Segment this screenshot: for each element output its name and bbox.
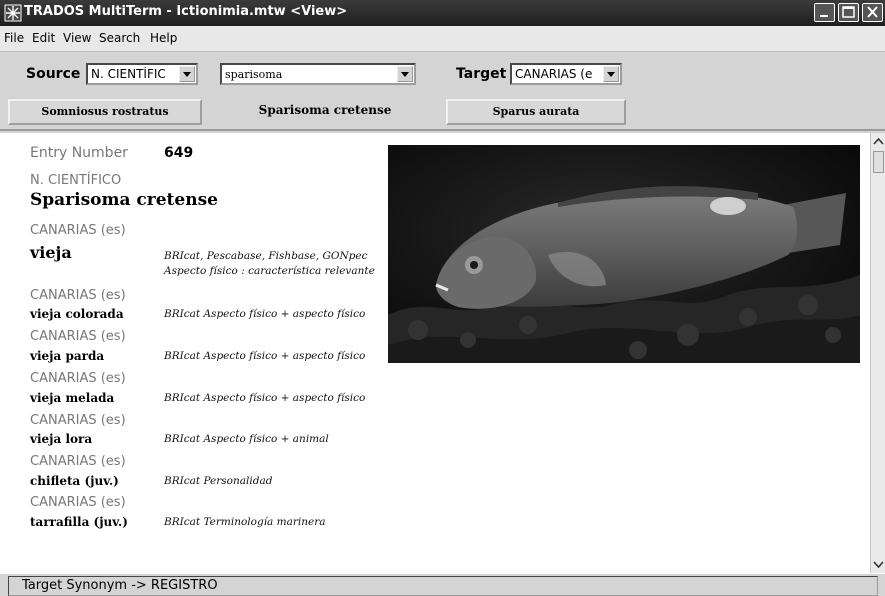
synonym-term: vieja lora (30, 432, 93, 446)
synonym-note: BRIcat Terminología marinera (164, 516, 326, 528)
menu-file[interactable]: File (4, 31, 24, 45)
vertical-scrollbar[interactable] (870, 133, 885, 573)
synonym-language: CANARIAS (es) (30, 495, 126, 510)
current-entry-label: Sparisoma cretense (258, 103, 392, 117)
next-entry-button[interactable]: Sparus aurata (446, 99, 626, 125)
target-label: Target (456, 66, 507, 82)
menu-bar: File Edit View Search Help (0, 26, 885, 52)
toolbar: Source N. CIENTÍFIC sparisoma Target CAN… (0, 53, 885, 131)
search-term-select[interactable]: sparisoma (220, 63, 416, 85)
synonym-term: tarrafilla (juv.) (30, 515, 128, 529)
synonym-language: CANARIAS (es) (30, 454, 126, 469)
synonym-note-secondary: Aspecto físico : característica relevant… (164, 265, 375, 277)
synonym-language: CANARIAS (es) (30, 413, 126, 428)
synonym-language: CANARIAS (es) (30, 223, 126, 238)
target-language-value: CANARIAS (e (515, 67, 593, 81)
menu-edit[interactable]: Edit (32, 31, 55, 45)
synonym-note: BRIcat Aspecto físico + aspecto físico (164, 392, 366, 404)
scroll-thumb[interactable] (873, 151, 884, 173)
minimize-icon (820, 15, 828, 17)
title-bar[interactable]: TRADOS MultiTerm - Ictionimia.mtw <View> (0, 0, 885, 26)
status-text: Target Synonym -> REGISTRO (22, 578, 218, 593)
synonym-language: CANARIAS (es) (30, 371, 126, 386)
maximize-button[interactable] (838, 3, 859, 22)
synonym-note: BRIcat, Pescabase, Fishbase, GONpec (164, 250, 368, 262)
menu-search[interactable]: Search (99, 31, 140, 45)
maximize-icon (842, 6, 855, 18)
source-label: Source (26, 66, 81, 82)
main-term: Sparisoma cretense (30, 190, 218, 210)
entry-view: Entry Number 649 N. CIENTÍFICO Sparisoma… (0, 133, 870, 573)
close-button[interactable] (862, 3, 883, 22)
synonym-note: BRIcat Personalidad (164, 475, 273, 487)
chevron-down-icon[interactable] (603, 66, 619, 82)
source-language-value: N. CIENTÍFIC (91, 67, 166, 81)
menu-view[interactable]: View (63, 31, 91, 45)
synonym-note: BRIcat Aspecto físico + aspecto físico (164, 308, 366, 320)
source-language-heading: N. CIENTÍFICO (30, 173, 122, 188)
scroll-up-icon[interactable] (872, 135, 885, 149)
synonym-note: BRIcat Aspecto físico + aspecto físico (164, 350, 366, 362)
minimize-button[interactable] (814, 3, 835, 22)
window-title: TRADOS MultiTerm - Ictionimia.mtw <View> (24, 4, 348, 19)
target-language-select[interactable]: CANARIAS (e (510, 63, 622, 85)
multiterm-app-icon (4, 4, 22, 22)
source-language-select[interactable]: N. CIENTÍFIC (86, 63, 198, 85)
synonym-note: BRIcat Aspecto físico + animal (164, 433, 329, 445)
entry-number-label: Entry Number (30, 145, 128, 161)
chevron-down-icon[interactable] (397, 66, 413, 82)
close-icon (867, 6, 878, 18)
synonym-language: CANARIAS (es) (30, 329, 126, 344)
chevron-down-icon[interactable] (179, 66, 195, 82)
status-bar: Target Synonym -> REGISTRO (0, 573, 885, 596)
menu-help[interactable]: Help (150, 31, 177, 45)
synonym-term: vieja parda (30, 349, 105, 363)
synonym-term: chifleta (juv.) (30, 474, 119, 488)
synonym-language: CANARIAS (es) (30, 288, 126, 303)
synonym-term: vieja melada (30, 391, 115, 405)
synonym-term: vieja colorada (30, 307, 124, 321)
scroll-down-icon[interactable] (872, 557, 885, 571)
previous-entry-button[interactable]: Somniosus rostratus (8, 99, 202, 125)
search-term-value: sparisoma (225, 68, 283, 81)
synonym-term: vieja (30, 243, 72, 262)
fish-photo (388, 145, 860, 363)
entry-number: 649 (164, 145, 194, 161)
